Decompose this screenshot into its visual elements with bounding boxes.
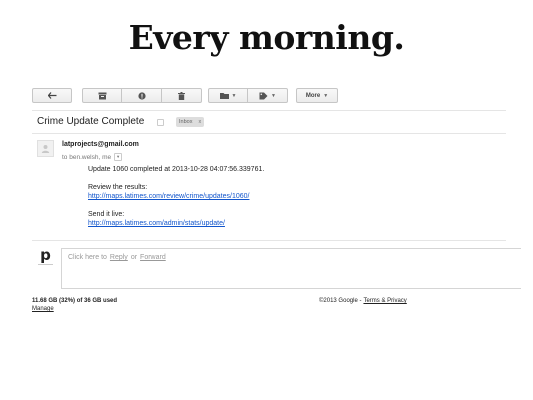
subject-divider [32,133,506,134]
labels-button[interactable]: ▼ [248,88,288,103]
delete-button[interactable] [162,88,202,103]
recipients-text: to ben.welsh, me [62,153,112,161]
archive-button[interactable] [82,88,122,103]
review-link[interactable]: http://maps.latimes.com/review/crime/upd… [88,193,249,200]
report-spam-button[interactable] [122,88,162,103]
reply-hint-prefix: Click here to [68,254,107,261]
copyright-text: ©2013 Google - [319,298,362,304]
sender-avatar [37,140,54,157]
terms-privacy-link[interactable]: Terms & Privacy [363,298,406,304]
trash-icon [178,91,185,100]
storage-usage: 11.68 GB (32%) of 36 GB used [32,298,118,304]
body-review-label: Review the results: [88,184,148,191]
footer-copyright: ©2013 Google - Terms & Privacy [319,298,407,304]
reply-hint-or: or [130,254,138,261]
chevron-down-icon: ▼ [323,92,329,99]
manage-storage-link[interactable]: Manage [32,306,54,312]
chevron-down-icon: ▼ [271,92,276,99]
inbox-label-chip[interactable]: Inbox x [176,117,205,127]
back-button[interactable] [32,88,72,103]
recipients-line: to ben.welsh, me ▼ [62,153,123,161]
message-divider [32,240,506,241]
forward-link[interactable]: Forward [140,254,166,261]
reply-avatar-underline [38,264,53,265]
remove-label-icon[interactable]: x [198,119,201,125]
show-details-icon[interactable]: ▼ [114,153,123,161]
slide-title: Every morning. [128,18,405,57]
important-marker[interactable] [157,119,164,126]
archive-icon [98,92,107,100]
report-spam-icon [137,91,146,100]
label-tag-icon [259,92,268,100]
reply-link[interactable]: Reply [110,254,128,261]
thread-subject: Crime Update Complete [37,116,145,127]
body-live-label: Send it live: [88,211,125,218]
sender-address[interactable]: latprojects@gmail.com [62,141,139,148]
live-link[interactable]: http://maps.latimes.com/admin/stats/upda… [88,220,225,227]
more-label: More [305,92,321,99]
move-to-button[interactable]: ▼ [208,88,248,103]
label-name: Inbox [179,119,193,125]
more-button[interactable]: More ▼ [296,88,338,103]
folder-icon [219,92,229,99]
reply-hint[interactable]: Click here to Reply or Forward [68,254,166,261]
person-silhouette-icon [41,140,50,158]
toolbar-divider [32,110,506,111]
body-update-line: Update 1060 completed at 2013-10-28 04:0… [88,166,265,173]
chevron-down-icon: ▼ [231,92,237,99]
back-arrow-icon [47,92,57,99]
